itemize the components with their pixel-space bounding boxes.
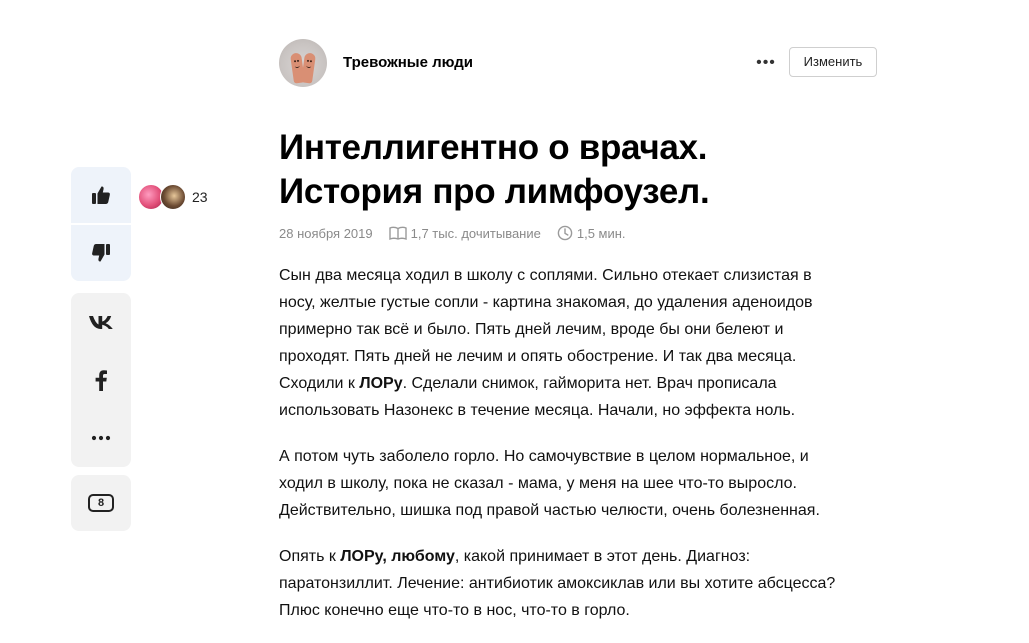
article-meta: 28 ноября 2019 1,7 тыс. дочитывание 1,5 …: [279, 223, 626, 243]
publish-date: 28 ноября 2019: [279, 225, 373, 241]
article-paragraph: Сын два месяца ходил в школу с соплями. …: [279, 262, 899, 424]
paragraph-line: Сын два месяца ходил в школу с соплями. …: [279, 262, 899, 289]
article-paragraph: А потом чуть заболело горло. Но самочувс…: [279, 443, 899, 524]
text-run: паратонзиллит. Лечение: антибиотик амокс…: [279, 575, 836, 592]
more-options-button[interactable]: •••: [753, 50, 779, 76]
paragraph-line: Опять к ЛОРу, любому, какой принимает в …: [279, 543, 899, 570]
article-paragraph: Опять к ЛОРу, любому, какой принимает в …: [279, 543, 899, 624]
article-title-line: История про лимфоузел.: [279, 172, 710, 211]
text-run: Сходили к: [279, 375, 360, 392]
text-run: А потом чуть заболело горло. Но самочувс…: [279, 448, 809, 465]
paragraph-line: носу, желтые густые сопли - картина знак…: [279, 289, 899, 316]
article-title-line: Интеллигентно о врачах.: [279, 128, 708, 167]
share-facebook-button[interactable]: [71, 351, 131, 409]
comments-count: 8: [97, 497, 105, 509]
paragraph-line: примерно так всё и было. Пять дней лечим…: [279, 316, 899, 343]
text-run: Сын два месяца ходил в школу с соплями. …: [279, 267, 812, 284]
text-run: использовать Назонекс в течение месяца. …: [279, 402, 796, 419]
text-run: Действительно, шишка под правой частью ч…: [279, 502, 820, 519]
channel-avatar[interactable]: [279, 39, 327, 87]
thumbs-up-icon: [92, 186, 110, 204]
comment-icon: 8: [88, 494, 114, 512]
text-run: проходят. Пять дней не лечим и опять обо…: [279, 348, 797, 365]
text-run: . Сделали снимок, гайморита нет. Врач пр…: [402, 375, 777, 392]
paragraph-line: паратонзиллит. Лечение: антибиотик амокс…: [279, 570, 899, 597]
bold-text: ЛОРу: [359, 375, 403, 392]
text-run: Плюс конечно еще что-то в нос, что-то в …: [279, 602, 630, 619]
text-run: , какой принимает в этот день. Диагноз:: [454, 548, 751, 565]
paragraph-line: ходил в школу, пока не сказал - мама, у …: [279, 470, 899, 497]
share-vk-button[interactable]: [71, 293, 131, 351]
facebook-icon: [95, 370, 107, 391]
more-dots-icon: [91, 435, 111, 441]
text-run: ходил в школу, пока не сказал - мама, у …: [279, 475, 797, 492]
paragraph-line: А потом чуть заболело горло. Но самочувс…: [279, 443, 899, 470]
share-more-button[interactable]: [71, 409, 131, 467]
likes-count: 23: [192, 189, 208, 205]
likers[interactable]: 23: [138, 184, 208, 210]
channel-header: Тревожные люди ••• Изменить: [279, 39, 879, 87]
thumbs-down-icon: [92, 244, 110, 262]
share-panel: [71, 293, 131, 467]
text-run: примерно так всё и было. Пять дней лечим…: [279, 321, 784, 338]
paragraph-line: Действительно, шишка под правой частью ч…: [279, 497, 899, 524]
read-time: 1,5 мин.: [576, 225, 626, 241]
channel-name[interactable]: Тревожные люди: [343, 53, 473, 73]
dislike-button[interactable]: [71, 225, 131, 281]
edit-button[interactable]: Изменить: [789, 47, 877, 77]
vk-icon: [89, 316, 113, 329]
article-body: Сын два месяца ходил в школу с соплями. …: [279, 262, 899, 643]
paragraph-line: Сходили к ЛОРу. Сделали снимок, гайморит…: [279, 370, 899, 397]
book-icon: [388, 226, 407, 240]
paragraph-line: Плюс конечно еще что-то в нос, что-то в …: [279, 597, 899, 624]
reactions-panel: [71, 167, 131, 281]
like-button[interactable]: [71, 167, 131, 223]
paragraph-line: проходят. Пять дней не лечим и опять обо…: [279, 343, 899, 370]
text-run: носу, желтые густые сопли - картина знак…: [279, 294, 813, 311]
reads-count: 1,7 тыс. дочитывание: [410, 225, 541, 241]
article-title: Интеллигентно о врачах. История про лимф…: [279, 126, 899, 214]
paragraph-line: использовать Назонекс в течение месяца. …: [279, 397, 899, 424]
bold-text: ЛОРу, любому: [340, 548, 455, 565]
liker-avatar: [160, 184, 186, 210]
text-run: Опять к: [279, 548, 341, 565]
clock-icon: [557, 225, 573, 241]
finger-figure: [300, 52, 317, 84]
comments-button[interactable]: 8: [71, 475, 131, 531]
